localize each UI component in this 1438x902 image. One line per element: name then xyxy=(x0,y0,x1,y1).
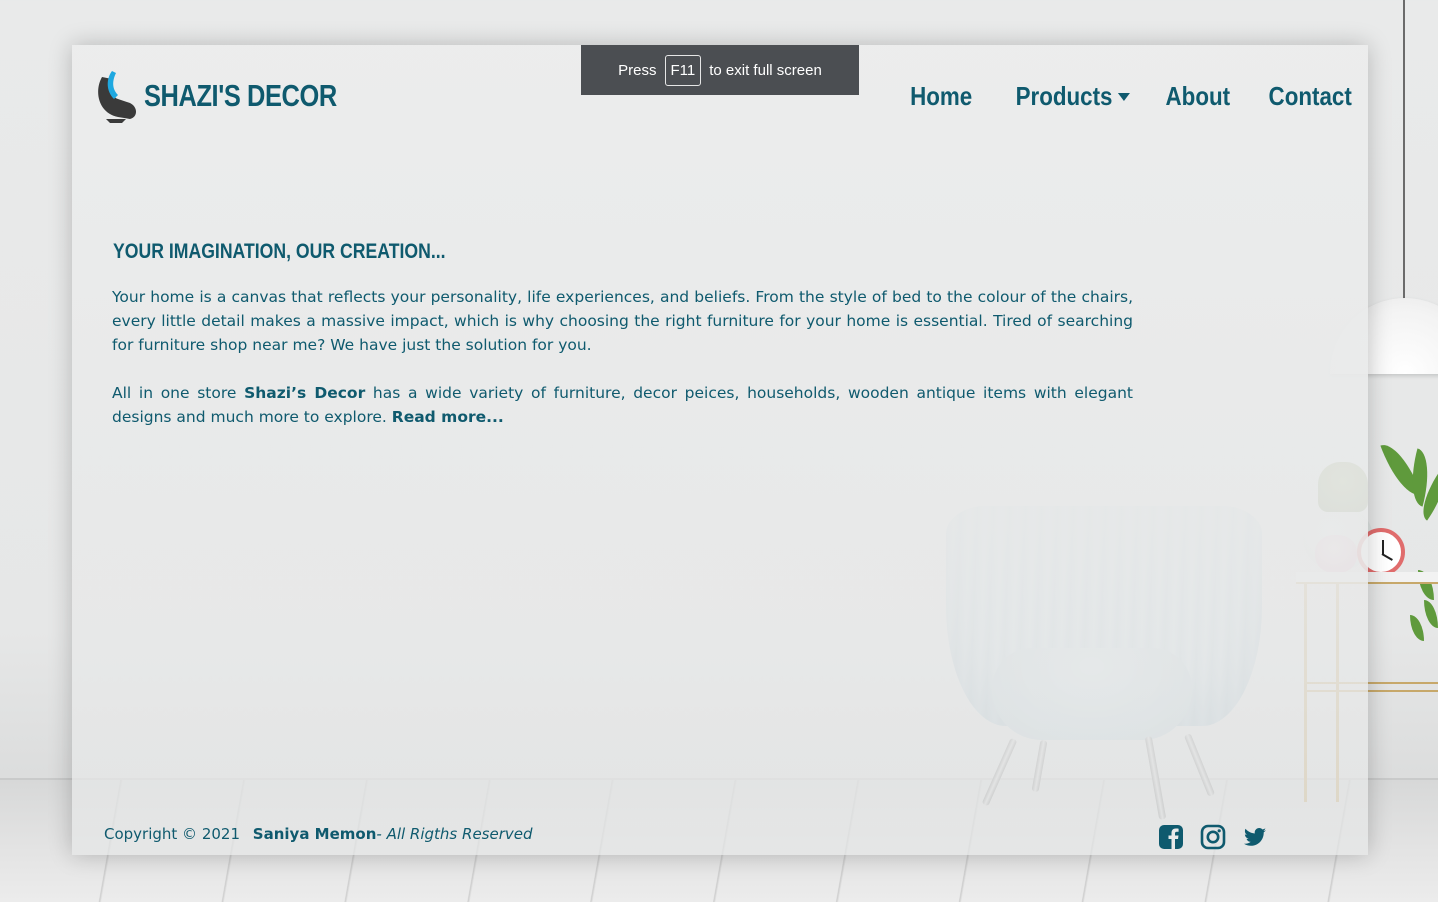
brand-logo[interactable]: SHAZI'S DECOR xyxy=(96,69,379,123)
nav-products[interactable]: Products xyxy=(1016,81,1131,112)
store-name: Shazi’s Decor xyxy=(244,384,366,402)
hero-paragraph-1: Your home is a canvas that reflects your… xyxy=(112,288,1133,354)
nav-contact[interactable]: Contact xyxy=(1269,81,1352,112)
pendant-lamp-cord xyxy=(1403,0,1405,300)
facebook-icon[interactable] xyxy=(1158,824,1184,850)
copyright-text: Copyright © 2021 xyxy=(104,825,241,843)
toast-message: to exit full screen xyxy=(709,61,822,79)
rights-text: - All Rigths Reserved xyxy=(376,825,533,843)
main-nav: Home Products About Contact xyxy=(900,81,1352,112)
social-links xyxy=(1158,824,1268,850)
nav-home[interactable]: Home xyxy=(910,81,972,112)
nav-about[interactable]: About xyxy=(1166,81,1231,112)
hero-headline: YOUR IMAGINATION, OUR CREATION... xyxy=(113,240,446,263)
main-frame: SHAZI'S DECOR Home Products About Contac… xyxy=(72,45,1368,855)
toast-key-f11: F11 xyxy=(664,54,702,86)
hero-paragraph-2: All in one store Shazi’s Decor has a wid… xyxy=(112,381,1133,429)
caret-down-icon xyxy=(1118,92,1131,101)
brand-name: SHAZI'S DECOR xyxy=(144,78,337,113)
instagram-icon[interactable] xyxy=(1200,824,1226,850)
footer-copyright: Copyright © 2021 Saniya Memon- All Rigth… xyxy=(104,825,533,843)
twitter-icon[interactable] xyxy=(1242,824,1268,850)
author-name: Saniya Memon xyxy=(252,825,377,843)
toast-press-text: Press xyxy=(618,61,657,79)
egg-chair-icon xyxy=(96,69,138,123)
paragraph-2-prefix: All in one store xyxy=(112,384,245,402)
fullscreen-exit-toast: Press F11 to exit full screen xyxy=(581,45,859,95)
nav-products-label: Products xyxy=(1016,81,1113,111)
read-more-link[interactable]: Read more... xyxy=(392,408,504,426)
